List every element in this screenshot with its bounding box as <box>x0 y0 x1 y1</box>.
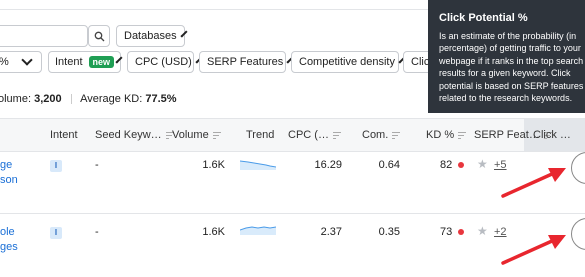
sort-icon <box>212 131 221 139</box>
serp-features-filter[interactable]: SERP Features <box>199 51 294 73</box>
intent-badge: I <box>50 160 62 172</box>
cpc-filter[interactable]: CPC (USD) <box>127 51 203 73</box>
cpc-cell: 16.29 <box>314 159 342 171</box>
keyword-link[interactable]: ge son <box>0 158 18 188</box>
header-click-potential[interactable]: Click … <box>533 129 571 141</box>
com-cell: 0.35 <box>378 226 400 238</box>
volume-cell: 1.6K <box>202 159 225 171</box>
competitive-density-label: Competitive density <box>299 56 395 68</box>
header-com[interactable]: Com. <box>362 129 401 141</box>
top-divider <box>0 9 428 10</box>
search-input[interactable] <box>0 25 88 47</box>
chevron-down-icon <box>180 30 188 38</box>
keyword-link[interactable]: ole ges <box>0 225 18 255</box>
sort-icon <box>458 131 467 139</box>
search-button[interactable] <box>88 25 110 47</box>
intent-filter-label: Intent <box>55 56 83 68</box>
header-kd[interactable]: KD % <box>426 129 467 141</box>
header-cpc[interactable]: CPC (… <box>288 129 341 141</box>
header-seed-keyword[interactable]: Seed Keyw… <box>95 129 174 141</box>
star-icon: ★ <box>477 157 488 171</box>
databases-label: Databases <box>124 30 177 42</box>
chevron-down-icon <box>21 54 33 66</box>
kd-cell: 82 <box>440 159 465 171</box>
databases-dropdown[interactable]: Databases <box>116 25 188 47</box>
tooltip-body: Is an estimate of the probability (in pe… <box>439 31 584 104</box>
trend-sparkline <box>240 226 276 235</box>
cpc-filter-label: CPC (USD) <box>135 56 192 68</box>
avg-kd-label: Average KD: <box>80 93 143 105</box>
kd-dot-icon <box>458 162 465 169</box>
competitive-density-filter[interactable]: Competitive density <box>291 51 406 73</box>
row-divider <box>0 213 585 214</box>
sort-icon <box>392 131 401 139</box>
sort-icon <box>332 131 341 139</box>
kd-filter[interactable]: % <box>0 51 42 73</box>
com-cell: 0.64 <box>378 159 400 171</box>
kd-cell: 73 <box>440 226 465 238</box>
search-icon <box>94 31 104 41</box>
header-intent[interactable]: Intent <box>50 129 78 141</box>
volume-summary-value: 3,200 <box>34 93 62 105</box>
header-trend: Trend <box>246 129 275 141</box>
new-badge: new <box>88 56 115 68</box>
annotation-arrow <box>501 168 566 198</box>
trend-sparkline <box>240 160 276 170</box>
summary-bar: olume: 3,200 Average KD: 77.5% <box>0 93 177 105</box>
click-potential-tooltip: Click Potential % Is an estimate of the … <box>428 0 585 113</box>
seed-keyword-cell: - <box>95 226 99 238</box>
serp-features-label: SERP Features <box>207 56 284 68</box>
header-volume[interactable]: Volume <box>172 129 221 141</box>
click-potential-gauge <box>571 152 585 184</box>
chevron-down-icon <box>115 56 123 64</box>
avg-kd-value: 77.5% <box>145 93 177 105</box>
star-icon: ★ <box>477 224 488 238</box>
cpc-cell: 2.37 <box>320 226 342 238</box>
seed-keyword-cell: - <box>95 159 99 171</box>
annotation-arrow <box>501 235 566 265</box>
kd-dot-icon <box>458 229 465 236</box>
intent-badge: I <box>50 227 62 239</box>
tooltip-title: Click Potential % <box>439 12 528 24</box>
volume-summary-label: olume: <box>0 93 32 105</box>
kd-filter-label: % <box>0 56 9 68</box>
intent-filter[interactable]: Intent new <box>48 51 123 73</box>
volume-cell: 1.6K <box>202 226 225 238</box>
click-potential-gauge <box>571 218 585 250</box>
